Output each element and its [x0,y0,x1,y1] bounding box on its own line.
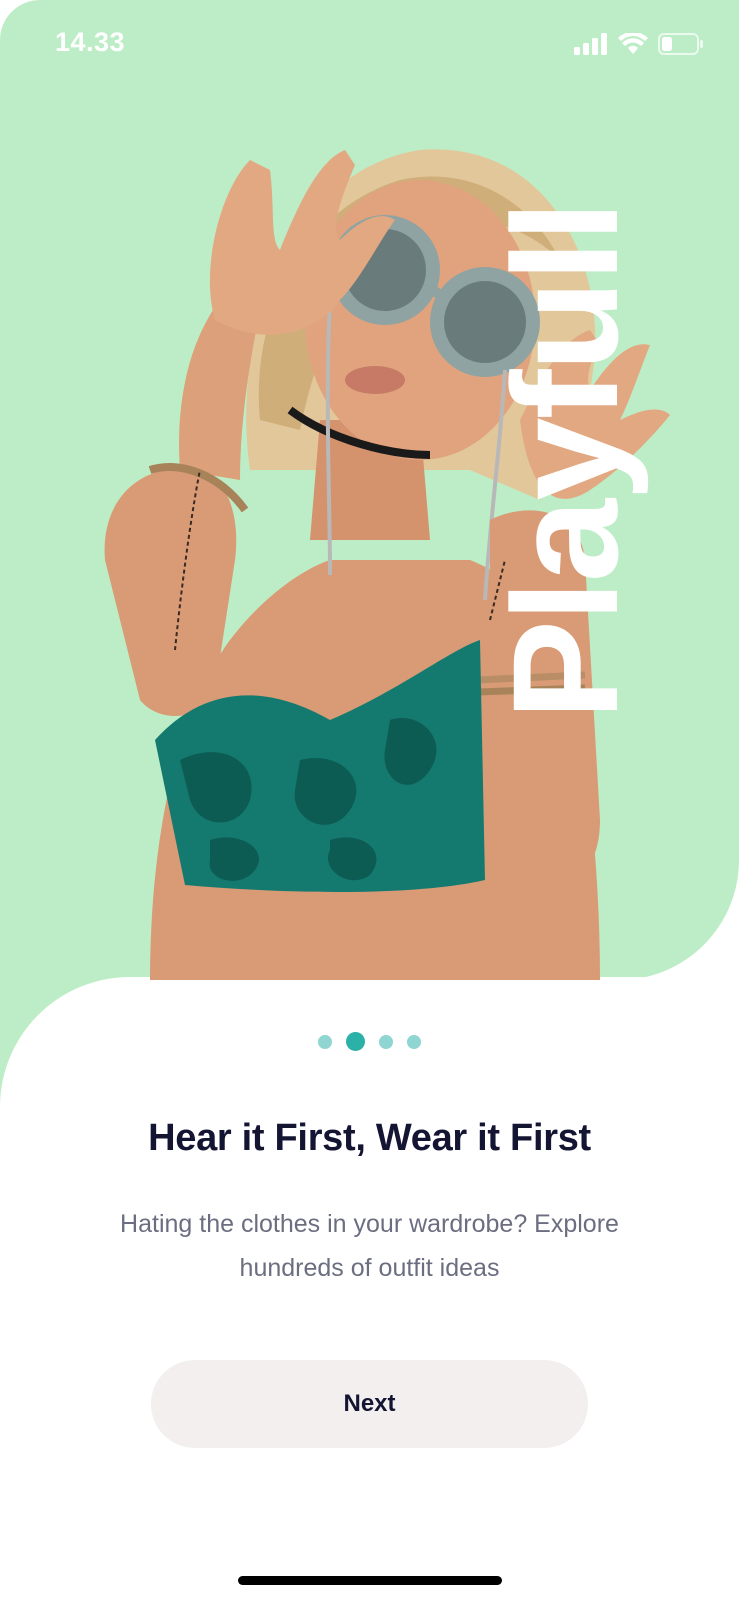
status-bar: 14.33 [0,0,739,90]
subtext: Hating the clothes in your wardrobe? Exp… [120,1210,619,1282]
page-dot-active[interactable] [346,1032,365,1051]
home-indicator [238,1576,502,1585]
status-icons [574,32,704,56]
page-dot[interactable] [379,1034,393,1049]
signal-icon [574,33,608,55]
page-dot[interactable] [318,1034,332,1049]
page-dot[interactable] [407,1034,421,1049]
vertical-title: Playfull [481,202,649,721]
page-indicator [0,1032,739,1051]
onboarding-screen: Playfull 14.33 Hear it First, Wear it Fi… [0,0,739,1600]
next-button[interactable]: Next [151,1360,588,1448]
status-time: 14.33 [55,27,126,57]
hero-panel: Playfull [0,0,739,980]
battery-icon [658,32,704,56]
headline: Hear it First, Wear it First [148,1117,591,1159]
wifi-icon [618,33,648,55]
